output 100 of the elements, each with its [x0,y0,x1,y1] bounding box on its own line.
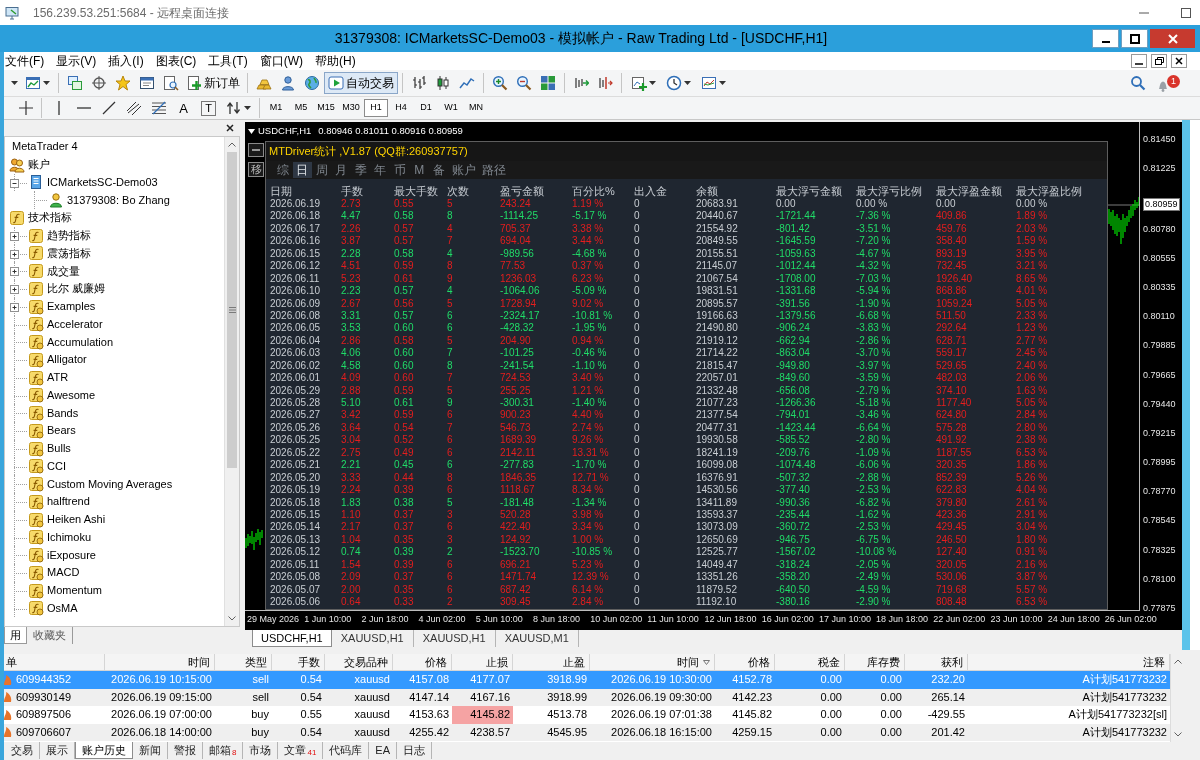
column-header[interactable]: 价格 [715,654,775,671]
menu-item[interactable]: 显示(V) [56,53,97,69]
expand-icon[interactable] [10,285,19,294]
chevron-down-icon[interactable] [1174,732,1182,737]
tree-item[interactable]: Accumulation [47,336,114,348]
new-chart-icon[interactable] [24,75,41,91]
caret-icon[interactable] [719,81,726,85]
close-button[interactable] [1150,29,1195,48]
tree-item[interactable]: 趋势指标 [47,230,91,242]
tree-item[interactable]: halftrend [47,496,90,508]
panel-tab[interactable]: M [409,162,429,178]
column-header[interactable]: 单 [4,654,105,671]
tile-icon[interactable] [540,75,556,91]
timeframe-button[interactable]: M1 [264,99,288,117]
panel-tab[interactable]: 备 [429,162,449,178]
timeframe-button[interactable]: H1 [364,99,388,117]
arrows-icon[interactable] [225,100,242,116]
menu-item[interactable]: 图表(C) [155,53,197,69]
restore-icon[interactable] [1151,54,1167,68]
channel-icon[interactable] [125,100,142,116]
caret-icon[interactable] [10,81,18,85]
menu-item[interactable]: 文件(F) [5,53,45,69]
chart-tab[interactable]: XAUUSD,H1 [413,630,496,647]
timeframe-button[interactable]: M15 [314,99,338,117]
maximize-icon[interactable] [1129,33,1140,44]
tree-item[interactable]: ICMarketsSC-Demo03 [47,176,158,188]
minimize-icon[interactable] [1131,54,1147,68]
column-header[interactable]: 止损 [452,654,513,671]
move-panel-button[interactable]: 移 [248,162,264,177]
tree-item[interactable]: MetaTrader 4 [12,141,78,153]
text-tool-button[interactable]: A [179,101,188,115]
tree-item[interactable]: ATR [47,372,69,384]
terminal-tab[interactable]: 警报 [168,742,203,759]
template-icon[interactable] [701,75,717,91]
bar-chart-icon[interactable] [411,75,427,91]
text-label-button[interactable]: T [201,100,216,116]
expand-icon[interactable] [10,267,19,277]
new-order-button[interactable]: 新订单 [183,72,243,94]
window-icon[interactable] [139,75,155,91]
tree-item[interactable]: CCI [47,460,66,472]
expand-icon[interactable] [10,249,19,259]
document-search-icon[interactable] [163,75,179,91]
collapse-icon[interactable] [10,178,19,188]
panel-tab[interactable]: 币 [390,162,410,178]
panel-tab[interactable]: 月 [331,162,351,178]
panel-tab[interactable]: 年 [370,162,390,178]
windows-icon[interactable] [67,75,83,91]
scrollbar-thumb[interactable] [227,152,237,468]
caret-icon[interactable] [42,81,50,85]
search-icon[interactable] [1130,75,1146,91]
target-icon[interactable] [91,75,107,91]
expand-icon[interactable] [10,302,19,312]
column-header[interactable]: 时间 [105,654,215,671]
chevron-down-icon[interactable] [228,616,236,621]
panel-tab[interactable]: 周 [312,162,332,178]
star-icon[interactable] [115,75,131,91]
panel-tab[interactable]: 综 [273,162,293,178]
panel-tab[interactable]: 季 [351,162,371,178]
fibonacci-icon[interactable] [150,100,167,116]
column-header[interactable]: 止盈 [513,654,590,671]
terminal-tab[interactable]: 代码库 [323,742,370,759]
column-header[interactable]: 时间 [590,654,715,671]
scrollbar[interactable] [224,137,239,626]
column-header[interactable]: 手数 [272,654,325,671]
tree-item[interactable]: Custom Moving Averages [47,478,173,490]
tree-item[interactable]: Awesome [47,389,96,401]
dropdown-triangle-icon[interactable] [248,128,255,134]
timeframe-button[interactable]: MN [464,99,488,117]
crosshair-icon[interactable] [18,100,34,116]
terminal-tab[interactable]: 市场 [243,742,279,759]
tree-item[interactable]: 账户 [28,159,50,171]
tree-item[interactable]: iExposure [47,549,96,561]
candlestick-icon[interactable] [435,75,451,91]
terminal-tab[interactable]: 账户历史 [75,742,133,759]
chart-shift-icon[interactable] [597,75,613,91]
timeframe-button[interactable]: H4 [389,99,413,117]
terminal-tab[interactable]: EA [369,742,398,759]
navigator-tab[interactable]: 收藏夹 [27,627,73,644]
panel-tab[interactable]: 账户 [448,162,479,178]
menu-item[interactable]: 工具(T) [208,53,248,69]
tree-item[interactable]: MACD [47,567,80,579]
zoom-in-icon[interactable] [492,75,508,91]
column-header[interactable]: 库存费 [845,654,905,671]
tree-item[interactable]: Bands [47,407,79,419]
terminal-tab[interactable]: 交易 [5,742,40,759]
tree-item[interactable]: 震荡指标 [47,247,91,259]
panel-tab[interactable]: 路径 [478,162,509,178]
close-icon[interactable] [226,124,234,132]
chart-tab[interactable]: USDCHF,H1 [252,630,332,647]
menu-item[interactable]: 帮助(H) [315,53,356,69]
line-chart-icon[interactable] [459,75,475,91]
chart-tab[interactable]: XAUUSD,M1 [495,630,579,647]
column-header[interactable]: 税金 [775,654,845,671]
chart-tab[interactable]: XAUUSD,H1 [331,630,414,647]
tree-item[interactable]: Bulls [47,443,71,455]
column-header[interactable]: 价格 [393,654,452,671]
person-icon[interactable] [280,75,296,91]
tree-item[interactable]: Accelerator [47,318,103,330]
zoom-out-icon[interactable] [516,75,532,91]
caret-icon[interactable] [243,106,251,110]
